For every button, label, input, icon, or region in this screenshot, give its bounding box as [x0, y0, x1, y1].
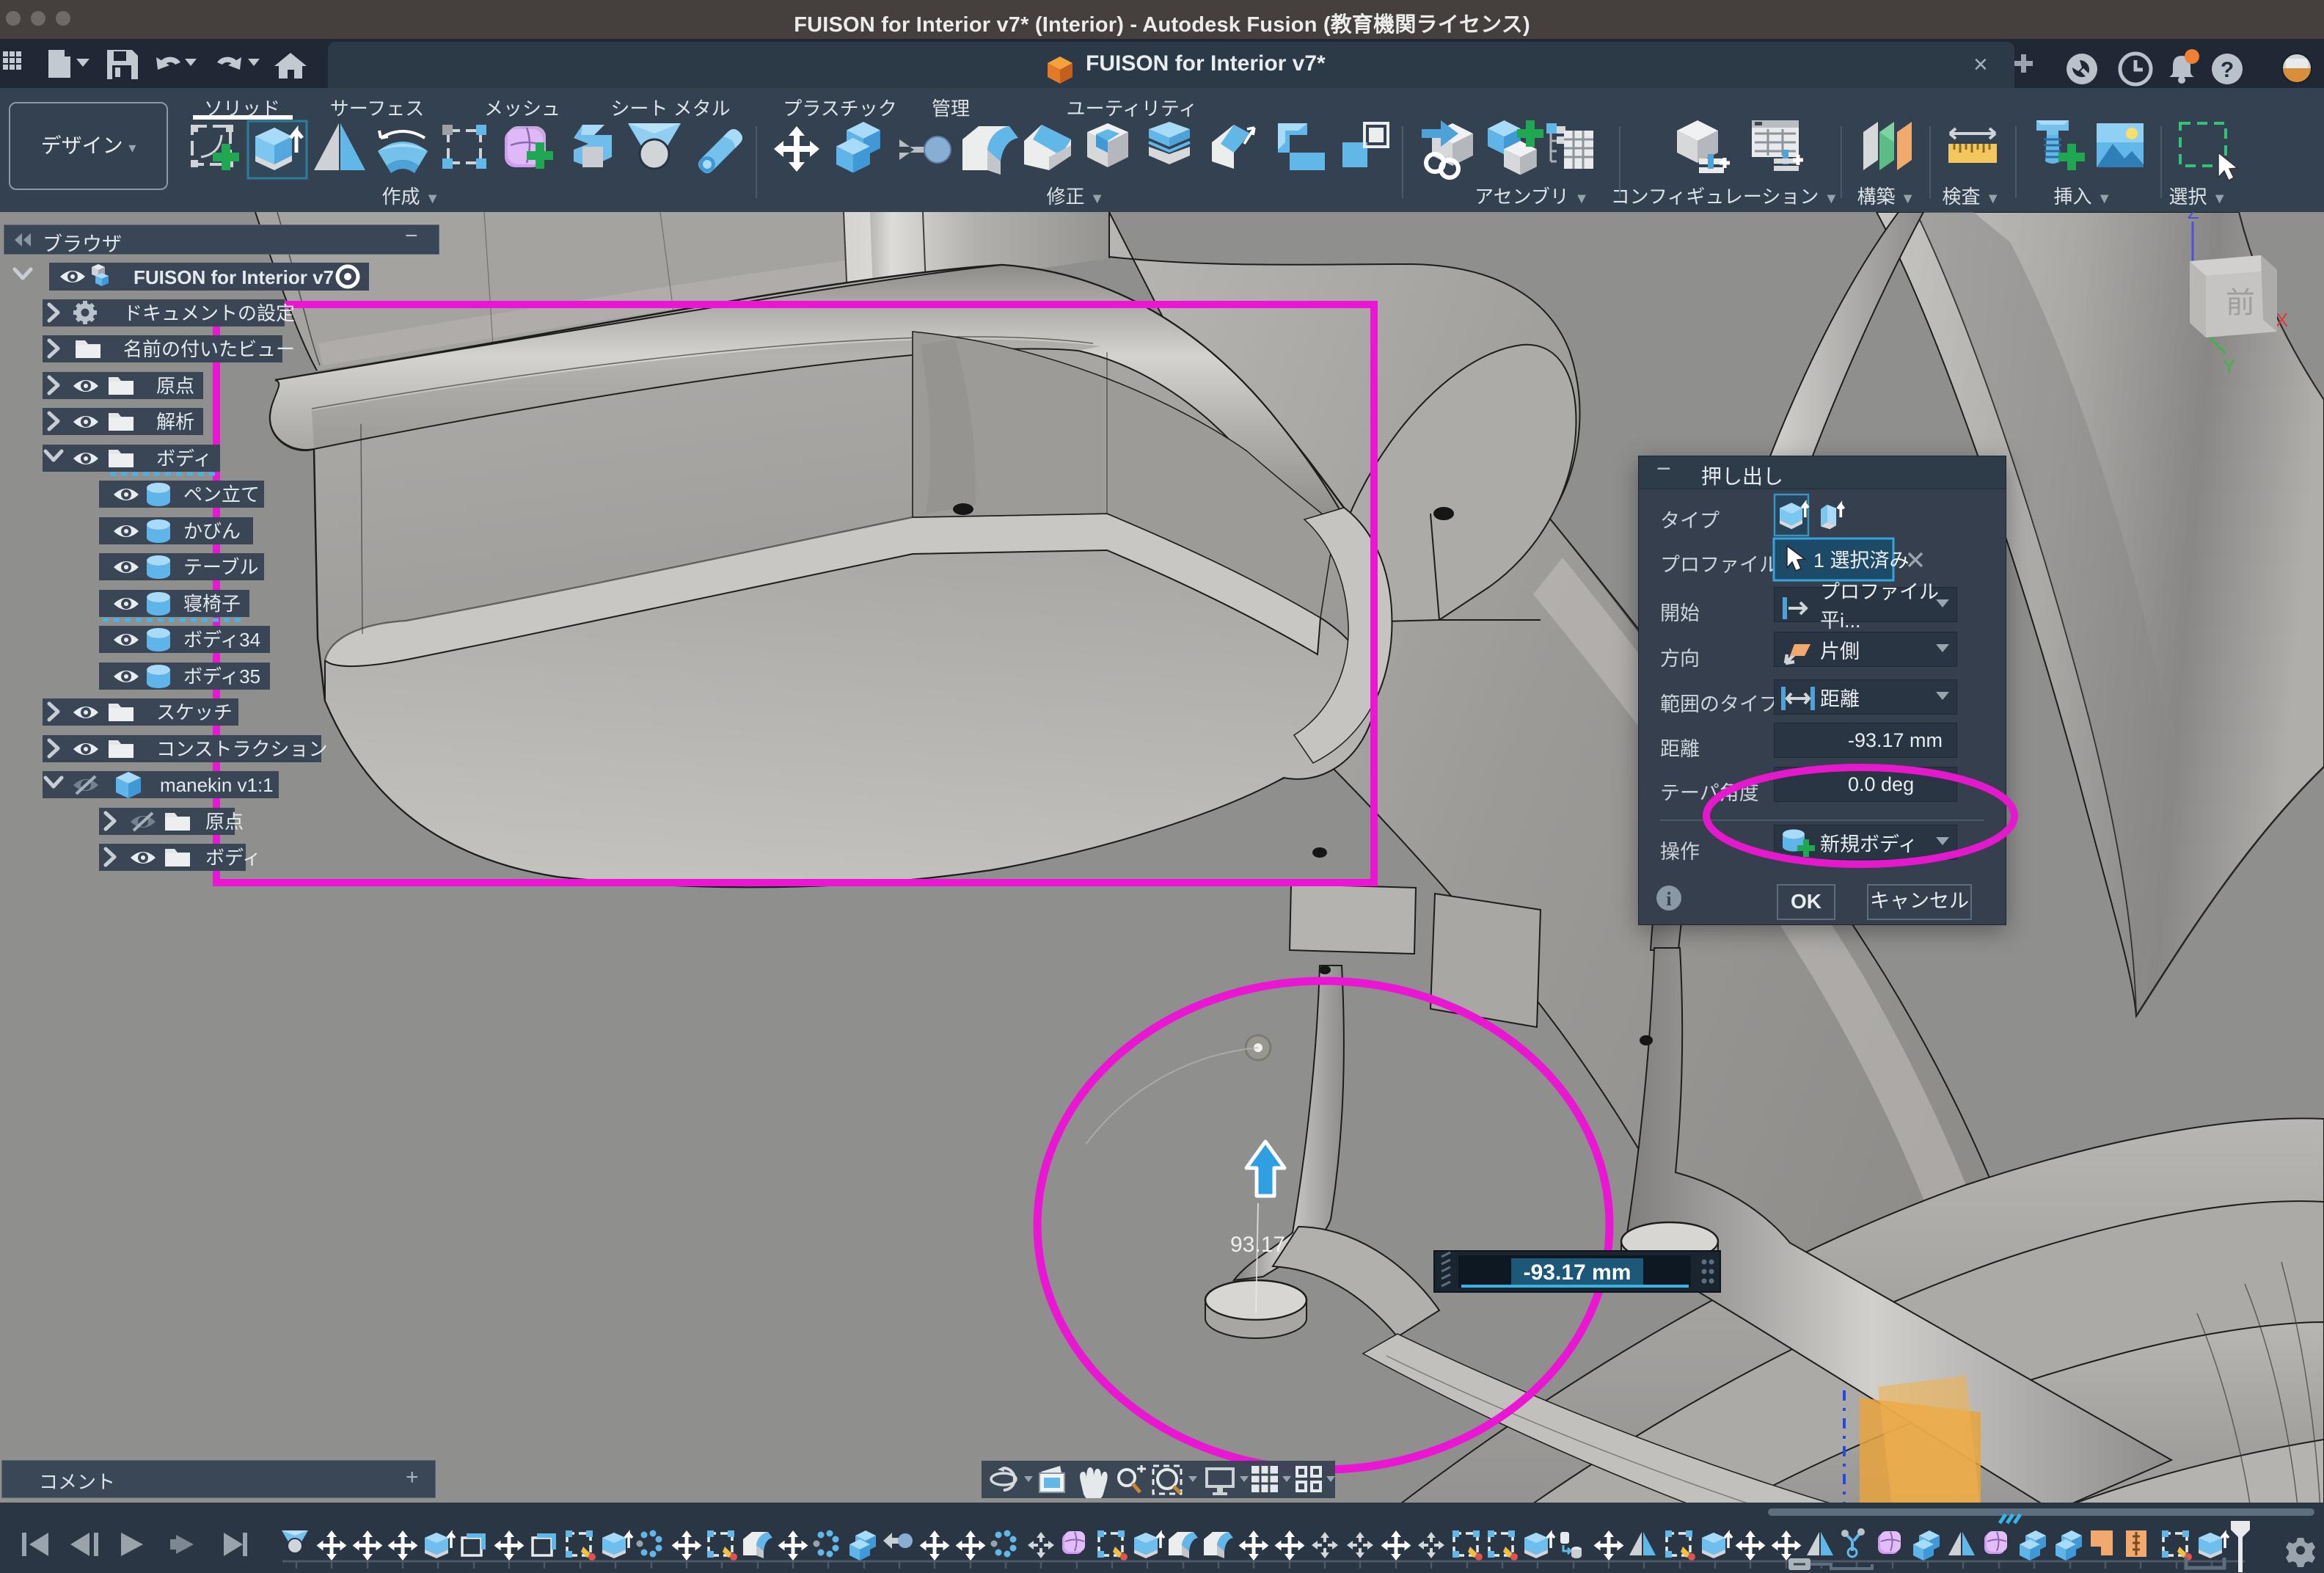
svg-text:ボディ: ボディ — [156, 448, 212, 470]
svg-text:FUISON for Interior v7: FUISON for Interior v7 — [134, 266, 334, 288]
svg-text:スケッチ: スケッチ — [156, 701, 233, 723]
svg-text:ドキュメントの設定: ドキュメントの設定 — [123, 302, 295, 324]
svg-text:ペン立て: ペン立て — [183, 483, 260, 506]
svg-text:コンストラクション: コンストラクション — [156, 738, 327, 760]
svg-text:Y: Y — [2223, 355, 2235, 377]
svg-text:原点: 原点 — [156, 375, 194, 397]
svg-text:Z: Z — [2188, 212, 2199, 223]
svg-text:かびん: かびん — [183, 520, 241, 542]
svg-text:寝椅子: 寝椅子 — [183, 593, 241, 615]
svg-text:名前の付いたビュー: 名前の付いたビュー — [123, 338, 295, 360]
svg-text:-93.17 mm: -93.17 mm — [1524, 1260, 1631, 1285]
svg-text:ボディ: ボディ — [205, 847, 261, 869]
svg-text:テーブル: テーブル — [183, 556, 258, 578]
svg-text:93.17: 93.17 — [1230, 1233, 1285, 1257]
svg-text:前: 前 — [2226, 287, 2255, 319]
svg-text:解析: 解析 — [156, 411, 194, 433]
svg-text:manekin v1:1: manekin v1:1 — [160, 774, 274, 796]
svg-text:?: ? — [2221, 58, 2234, 82]
svg-text:ボディ35: ボディ35 — [183, 665, 260, 687]
svg-text:X: X — [2276, 309, 2288, 331]
svg-text:1 選択済み: 1 選択済み — [1813, 550, 1910, 572]
svg-text:原点: 原点 — [205, 811, 244, 833]
svg-text:ボディ34: ボディ34 — [183, 629, 260, 651]
svg-text:i: i — [1666, 888, 1671, 910]
